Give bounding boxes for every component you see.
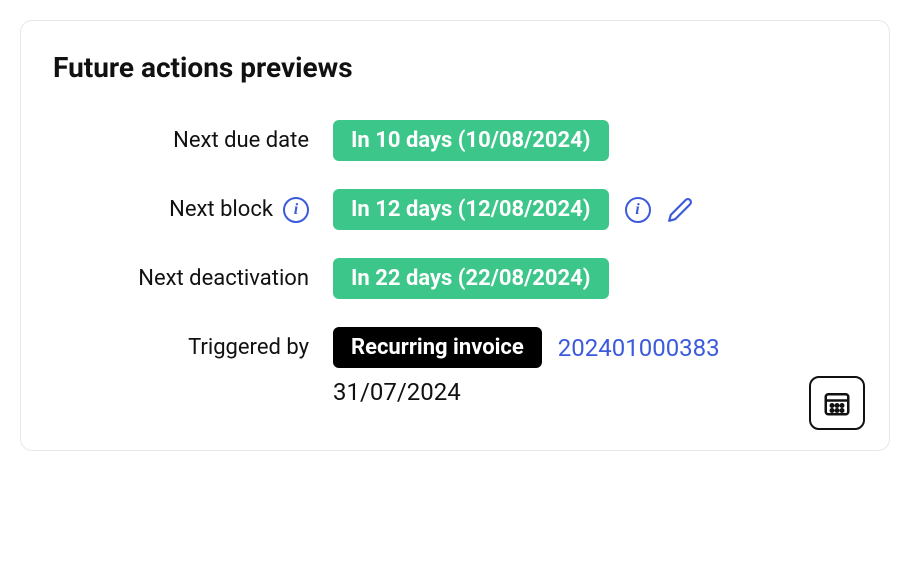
value-next-deactivation: In 22 days (22/08/2024) [333, 258, 609, 299]
value-next-block: In 12 days (12/08/2024) i [333, 189, 693, 230]
label-empty [53, 378, 333, 406]
label-text: Next block [169, 197, 273, 222]
badge-next-deactivation: In 22 days (22/08/2024) [333, 258, 609, 299]
calendar-button[interactable] [809, 376, 865, 430]
label-text: Next due date [173, 128, 309, 153]
label-text: Next deactivation [138, 266, 309, 291]
label-next-due-date: Next due date [53, 128, 333, 153]
edit-icon[interactable] [667, 197, 693, 223]
badge-next-due-date: In 10 days (10/08/2024) [333, 120, 609, 161]
value-triggered-by: Recurring invoice 202401000383 [333, 327, 720, 368]
calendar-icon [822, 388, 852, 418]
value-triggered-date: 31/07/2024 [333, 378, 461, 406]
label-triggered-by: Triggered by [53, 327, 333, 368]
future-actions-card: Future actions previews Next due date In… [20, 20, 890, 451]
badge-next-block: In 12 days (12/08/2024) [333, 189, 609, 230]
badge-triggered-by: Recurring invoice [333, 327, 542, 368]
row-next-block: Next block i In 12 days (12/08/2024) i [53, 189, 857, 230]
card-title: Future actions previews [53, 51, 857, 84]
row-triggered-date: 31/07/2024 [53, 378, 857, 406]
row-next-deactivation: Next deactivation In 22 days (22/08/2024… [53, 258, 857, 299]
row-triggered-by: Triggered by Recurring invoice 202401000… [53, 327, 857, 368]
row-next-due-date: Next due date In 10 days (10/08/2024) [53, 120, 857, 161]
value-next-due-date: In 10 days (10/08/2024) [333, 120, 609, 161]
info-icon[interactable]: i [625, 197, 651, 223]
info-icon[interactable]: i [283, 197, 309, 223]
label-text: Triggered by [188, 335, 309, 360]
invoice-link[interactable]: 202401000383 [558, 334, 720, 362]
triggered-date: 31/07/2024 [333, 378, 461, 406]
label-next-block: Next block i [53, 197, 333, 223]
label-next-deactivation: Next deactivation [53, 266, 333, 291]
